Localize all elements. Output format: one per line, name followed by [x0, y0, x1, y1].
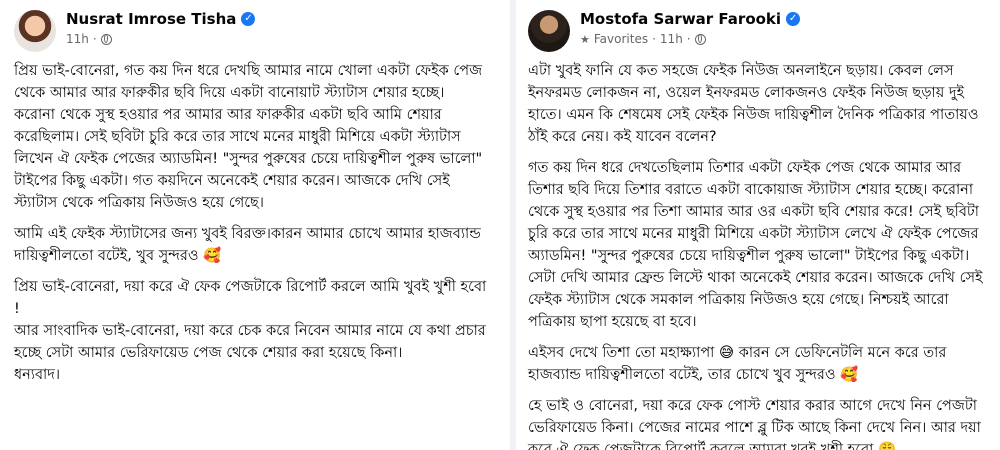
- post-header: Mostofa Sarwar Farooki ✓ ★ Favorites · 1…: [528, 10, 988, 60]
- separator-dot: ·: [686, 32, 691, 46]
- globe-icon[interactable]: [100, 33, 112, 45]
- verified-icon: ✓: [241, 12, 256, 26]
- post-meta: Nusrat Imrose Tisha ✓ 11h ·: [66, 10, 256, 46]
- post-card-left: Nusrat Imrose Tisha ✓ 11h · প্রিয় ভাই-ব…: [0, 0, 510, 450]
- author-row: Nusrat Imrose Tisha ✓: [66, 10, 256, 28]
- post-paragraph: গত কয় দিন ধরে দেখতেছিলাম তিশার একটা ফেই…: [528, 160, 988, 330]
- post-paragraph: প্রিয় ভাই-বোনেরা, দয়া করে ঐ ফেক পেজটাক…: [14, 279, 487, 383]
- post-paragraph: এইসব দেখে তিশা তো মহাক্ষ্যাপা 😅 কারন সে …: [528, 345, 951, 383]
- post-time[interactable]: 11h: [66, 32, 89, 46]
- post-subline: ★ Favorites · 11h ·: [580, 32, 800, 46]
- separator-dot: ·: [92, 32, 97, 46]
- post-meta: Mostofa Sarwar Farooki ✓ ★ Favorites · 1…: [580, 10, 801, 46]
- separator-dot: ·: [652, 32, 656, 46]
- post-header: Nusrat Imrose Tisha ✓ 11h ·: [14, 10, 496, 60]
- verified-icon: ✓: [786, 12, 801, 26]
- author-row: Mostofa Sarwar Farooki ✓: [580, 10, 801, 28]
- post-paragraph: আমি এই ফেইক স্ট্যাটাসের জন্য খুবই বিরক্ত…: [14, 226, 486, 264]
- globe-icon[interactable]: [694, 33, 706, 45]
- post-paragraph: প্রিয় ভাই-বোনেরা, গত কয় দিন ধরে দেখছি …: [14, 63, 483, 211]
- post-subline: 11h ·: [66, 32, 255, 46]
- post-paragraph: হে ভাই ও বোনেরা, দয়া করে ফেক পোস্ট শেয়…: [528, 398, 986, 450]
- avatar[interactable]: [14, 10, 56, 52]
- author-name[interactable]: Mostofa Sarwar Farooki: [580, 10, 781, 28]
- avatar[interactable]: [528, 10, 570, 52]
- post-body: এটা খুবই ফানি যে কত সহজে ফেইক নিউজ অনলাই…: [528, 60, 988, 450]
- star-icon: ★: [580, 32, 590, 46]
- author-name[interactable]: Nusrat Imrose Tisha: [66, 10, 236, 28]
- post-paragraph: এটা খুবই ফানি যে কত সহজে ফেইক নিউজ অনলাই…: [528, 63, 984, 145]
- audience-label[interactable]: Favorites: [594, 32, 648, 46]
- post-body: প্রিয় ভাই-বোনেরা, গত কয় দিন ধরে দেখছি …: [14, 60, 496, 386]
- post-time[interactable]: 11h: [660, 32, 683, 46]
- post-card-right: Mostofa Sarwar Farooki ✓ ★ Favorites · 1…: [516, 0, 1000, 450]
